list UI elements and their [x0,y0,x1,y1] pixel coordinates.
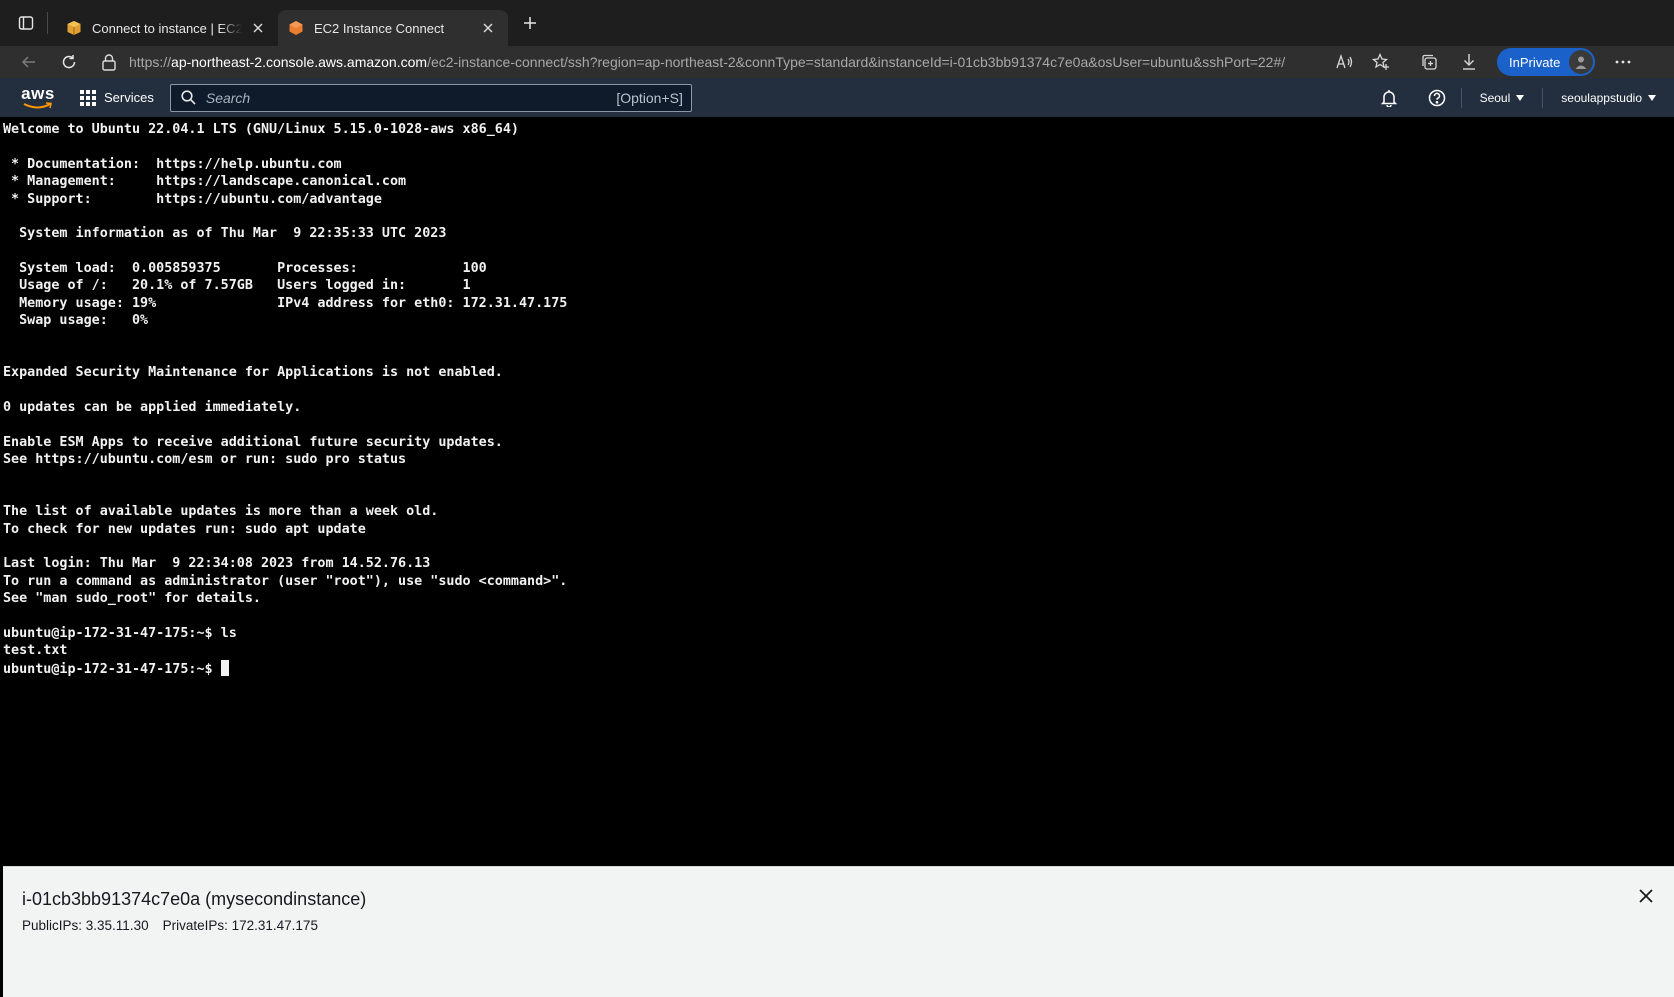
read-aloud-icon[interactable] [1327,46,1363,78]
ssh-terminal[interactable]: Welcome to Ubuntu 22.04.1 LTS (GNU/Linux… [0,117,1674,866]
instance-info-panel: i-01cb3bb91374c7e0a (mysecondinstance) P… [3,866,1674,997]
aws-logo-text: aws [21,83,55,103]
terminal-line: * Support: https://ubuntu.com/advantage [3,191,382,207]
private-ips: PrivateIPs: 172.31.47.175 [162,918,318,933]
terminal-line: See https://ubuntu.com/esm or run: sudo … [3,452,407,468]
tab-separator [47,12,48,34]
ec2-icon [288,20,304,36]
region-label: Seoul [1479,90,1511,105]
tab-title: EC2 Instance Connect [314,20,445,36]
search-placeholder: Search [205,89,251,106]
grid-icon [80,89,96,106]
aws-header-right: Seoul seoulappstudio [1365,78,1674,117]
terminal-line: Enable ESM Apps to receive additional fu… [3,434,503,450]
terminal-line: * Documentation: https://help.ubuntu.com [3,156,342,172]
aws-box-icon [66,20,82,36]
url-path: /ec2-instance-connect/ssh?region=ap-nort… [427,54,1286,70]
terminal-line: ubuntu@ip-172-31-47-175:~$ [3,661,221,677]
terminal-line: System load: 0.005859375 Processes: 100 [3,261,487,276]
instance-title: i-01cb3bb91374c7e0a (mysecondinstance) [22,889,367,909]
terminal-line: test.txt [3,643,68,659]
favorites-add-icon[interactable] [1363,46,1399,78]
terminal-line: Last login: Thu Mar 9 22:34:08 2023 from… [3,556,431,572]
terminal-line: Usage of /: 20.1% of 7.57GB Users logged… [3,278,471,294]
close-icon[interactable] [478,18,498,38]
terminal-cursor [220,659,229,676]
search-input[interactable]: Search [Option+S] [169,83,692,112]
terminal-line: The list of available updates is more th… [3,504,439,520]
terminal-output: Welcome to Ubuntu 22.04.1 LTS (GNU/Linux… [3,121,1674,678]
new-tab-icon[interactable] [516,9,544,37]
lock-icon[interactable] [101,53,119,71]
services-label: Services [104,90,154,105]
tab-title: Connect to instance | EC2 Management Con… [92,20,242,36]
services-menu-button[interactable]: Services [80,89,154,106]
refresh-icon[interactable] [53,46,85,78]
terminal-line: 0 updates can be applied immediately. [3,400,302,415]
url-host: ap-northeast-2.console.aws.amazon.com [171,54,428,70]
tab-ec2-instance-connect[interactable]: EC2 Instance Connect [278,10,508,46]
terminal-line: Welcome to Ubuntu 22.04.1 LTS (GNU/Linux… [3,122,519,137]
account-label: seoulappstudio [1561,90,1642,105]
tab-actions-icon[interactable] [13,10,39,36]
caret-down-icon [1516,94,1525,101]
terminal-line: System information as of Thu Mar 9 22:35… [3,226,447,242]
notifications-bell-icon[interactable] [1365,78,1413,117]
download-icon[interactable] [1451,46,1487,78]
aws-logo[interactable]: aws [18,84,58,112]
account-menu[interactable]: seoulappstudio [1543,91,1674,105]
region-selector[interactable]: Seoul [1462,91,1543,105]
instance-ips: PublicIPs: 3.35.11.30 PrivateIPs: 172.31… [22,918,318,933]
aws-smile-icon [23,101,52,108]
aws-console-header: aws Services Search [Option+S] Seoul seo… [0,78,1674,117]
browser-toolbar: https://ap-northeast-2.console.aws.amazo… [0,46,1674,78]
terminal-line: See "man sudo_root" for details. [3,591,261,607]
address-bar[interactable]: https://ap-northeast-2.console.aws.amazo… [93,47,1321,77]
terminal-line: ubuntu@ip-172-31-47-175:~$ ls [3,625,237,641]
terminal-line: Swap usage: 0% [3,313,149,329]
terminal-line: * Management: https://landscape.canonica… [3,174,407,190]
profile-avatar-icon [1569,50,1593,74]
terminal-line: To run a command as administrator (user … [3,573,568,589]
public-ips: PublicIPs: 3.35.11.30 [22,918,149,933]
tab-connect-to-instance[interactable]: Connect to instance | EC2 Management Con… [56,10,278,46]
terminal-line: Expanded Security Maintenance for Applic… [3,365,503,381]
back-icon[interactable] [13,46,45,78]
search-icon [181,90,196,105]
terminal-line: Memory usage: 19% IPv4 address for eth0:… [3,295,568,311]
url-scheme: https:// [129,54,172,70]
browser-tab-bar: Connect to instance | EC2 Management Con… [0,0,1674,46]
close-icon[interactable] [1634,884,1658,908]
caret-down-icon [1648,94,1656,101]
terminal-line: To check for new updates run: sudo apt u… [3,521,366,537]
inprivate-button[interactable]: InPrivate [1497,48,1595,76]
close-icon[interactable] [248,18,268,38]
collections-icon[interactable] [1411,46,1447,78]
more-options-icon[interactable] [1603,46,1643,78]
help-icon[interactable] [1413,78,1461,117]
search-shortcut: [Option+S] [616,89,683,106]
inprivate-label: InPrivate [1509,54,1561,70]
